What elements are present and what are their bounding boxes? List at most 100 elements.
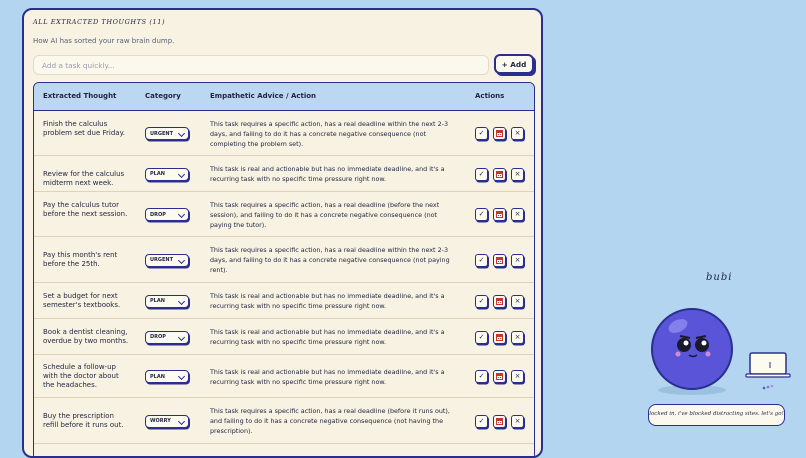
category-value: WORRY	[150, 418, 171, 424]
category-select[interactable]: PLAN	[145, 370, 189, 383]
category-value: PLAN	[150, 373, 165, 380]
header-actions: Actions	[475, 92, 505, 100]
calendar-icon	[496, 170, 503, 178]
close-icon: ×	[514, 372, 521, 380]
close-icon: ×	[514, 296, 521, 305]
category-select[interactable]: URGENT	[145, 253, 189, 267]
category-value: PLAN	[150, 171, 165, 177]
close-icon: ×	[514, 129, 521, 137]
chevron-down-icon	[177, 297, 186, 305]
remove-button[interactable]: ×	[511, 208, 524, 221]
accept-button[interactable]: ✓	[475, 208, 488, 221]
advice-text: This task is real and actionable but has…	[210, 367, 445, 386]
thought-text: Finish the calculus problem set due Frid…	[43, 120, 125, 137]
remove-button[interactable]: ×	[511, 370, 524, 383]
check-icon: ✓	[478, 129, 485, 137]
remove-button[interactable]: ×	[511, 167, 524, 181]
advice-text: This task is real and actionable but has…	[210, 165, 445, 183]
schedule-button[interactable]	[493, 414, 506, 428]
thought-text: Schedule a follow-up with the doctor abo…	[43, 363, 119, 389]
mascot-body	[651, 308, 733, 390]
table-row: Buy the prescription refill before it ru…	[34, 398, 534, 444]
table-row: Schedule a follow-up with the doctor abo…	[34, 355, 534, 398]
close-icon: ×	[514, 255, 521, 264]
category-select[interactable]: DROP	[145, 330, 189, 344]
mascot-left-eye	[677, 338, 691, 352]
table-row: Set a budget for next semester's textboo…	[34, 283, 534, 319]
schedule-button[interactable]	[493, 253, 506, 267]
calendar-icon	[496, 373, 503, 380]
advice-text: This task requires a specific action, ha…	[210, 407, 450, 435]
thoughts-panel: ALL EXTRACTED THOUGHTS (11) How AI has s…	[22, 8, 543, 458]
remove-button[interactable]: ×	[511, 294, 524, 308]
thought-text: Buy the prescription refill before it ru…	[43, 412, 124, 429]
category-select[interactable]: URGENT	[145, 127, 189, 140]
mascot-right-eye	[695, 338, 709, 352]
category-select[interactable]: PLAN	[145, 167, 189, 181]
remove-button[interactable]: ×	[511, 414, 524, 428]
close-icon: ×	[514, 332, 521, 341]
remove-button[interactable]: ×	[511, 127, 524, 140]
check-icon: ✓	[478, 372, 485, 380]
thought-text: Set a budget for next semester's textboo…	[43, 292, 121, 309]
add-task-button[interactable]: + Add	[494, 54, 534, 74]
advice-text: This task is real and actionable but has…	[210, 328, 445, 346]
table-body: Finish the calculus problem set due Frid…	[34, 111, 534, 444]
mascot-speech-bubble: locked in. i've blocked distracting site…	[648, 404, 785, 426]
thought-text: Book a dentist cleaning, overdue by two …	[43, 328, 129, 345]
chevron-down-icon	[177, 372, 186, 381]
accept-button[interactable]: ✓	[475, 294, 488, 308]
advice-text: This task requires a specific action, ha…	[210, 200, 440, 229]
check-icon: ✓	[478, 332, 485, 341]
schedule-button[interactable]	[493, 167, 506, 181]
header-thought: Extracted Thought	[43, 92, 117, 100]
chevron-down-icon	[177, 333, 186, 341]
check-icon: ✓	[478, 169, 485, 178]
quick-add-input[interactable]	[33, 55, 489, 75]
accept-button[interactable]: ✓	[475, 414, 488, 428]
header-category: Category	[145, 92, 181, 100]
calendar-icon	[496, 417, 503, 425]
accept-button[interactable]: ✓	[475, 127, 488, 140]
accept-button[interactable]: ✓	[475, 253, 488, 267]
category-value: PLAN	[150, 298, 165, 304]
schedule-button[interactable]	[493, 127, 506, 140]
thought-text: Review for the calculus midterm next wee…	[43, 169, 125, 187]
mascot-name: bubi	[706, 272, 733, 283]
thought-text: Pay this month's rent before the 25th.	[43, 251, 118, 268]
close-icon: ×	[514, 210, 521, 218]
accept-button[interactable]: ✓	[475, 167, 488, 181]
chevron-down-icon	[177, 256, 186, 264]
panel-title: ALL EXTRACTED THOUGHTS (11)	[33, 18, 166, 26]
chevron-down-icon	[177, 210, 186, 219]
laptop-icon	[749, 352, 787, 375]
accept-button[interactable]: ✓	[475, 370, 488, 383]
category-select[interactable]: WORRY	[145, 414, 189, 428]
chevron-down-icon	[177, 129, 186, 138]
chevron-down-icon	[177, 170, 186, 178]
remove-button[interactable]: ×	[511, 253, 524, 267]
schedule-button[interactable]	[493, 294, 506, 308]
typing-dots	[762, 386, 766, 390]
mascot-illustration	[651, 308, 791, 395]
schedule-button[interactable]	[493, 208, 506, 221]
category-select[interactable]: PLAN	[145, 294, 189, 308]
chevron-down-icon	[177, 417, 186, 425]
category-select[interactable]: DROP	[145, 208, 189, 221]
schedule-button[interactable]	[493, 330, 506, 344]
accept-button[interactable]: ✓	[475, 330, 488, 344]
thoughts-table: Extracted Thought Category Empathetic Ad…	[33, 82, 535, 456]
check-icon: ✓	[478, 210, 485, 218]
check-icon: ✓	[478, 296, 485, 305]
check-icon: ✓	[478, 416, 485, 425]
category-value: DROP	[150, 211, 166, 218]
category-value: DROP	[150, 334, 166, 340]
table-row: Book a dentist cleaning, overdue by two …	[34, 319, 534, 355]
calendar-icon	[496, 130, 503, 137]
advice-text: This task is real and actionable but has…	[210, 292, 445, 310]
advice-text: This task requires a specific action, ha…	[210, 246, 450, 274]
panel-subtitle: How AI has sorted your raw brain dump.	[33, 37, 175, 45]
schedule-button[interactable]	[493, 370, 506, 383]
table-row: Pay the calculus tutor before the next s…	[34, 192, 534, 237]
remove-button[interactable]: ×	[511, 330, 524, 344]
